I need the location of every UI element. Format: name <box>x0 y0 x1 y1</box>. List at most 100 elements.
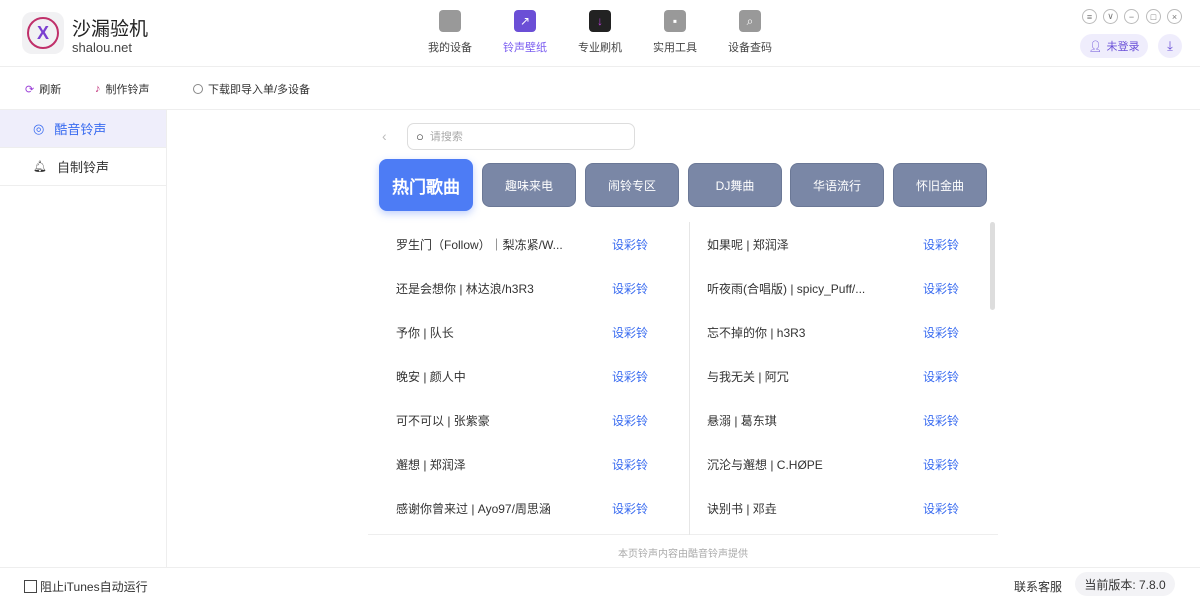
refresh-label: 刷新 <box>39 84 62 96</box>
refresh-button[interactable]: ⟳ 刷新 <box>25 81 61 97</box>
set-ringtone-button[interactable]: 设彩铃 <box>923 324 959 341</box>
song-title: 还是会想你 | 林达浪/h3R3 <box>396 281 534 296</box>
scrollbar[interactable] <box>990 222 995 310</box>
set-ringtone-button[interactable]: 设彩铃 <box>612 456 648 473</box>
nav-ringtones[interactable]: ↗ 铃声壁纸 <box>495 10 555 55</box>
make-ringtone-button[interactable]: ♪ 制作铃声 <box>95 81 150 97</box>
category-hot[interactable]: 热门歌曲 <box>379 159 473 211</box>
song-title: 如果呢 | 郑润泽 <box>707 237 789 252</box>
song-title: 忘不掉的你 | h3R3 <box>707 325 806 340</box>
back-icon[interactable]: ‹ <box>382 128 387 144</box>
app-title: 沙漏验机 <box>72 19 149 40</box>
song-row: 还是会想你 | 林达浪/h3R3 设彩铃 <box>368 266 678 310</box>
user-icon: 👤︎ <box>1088 40 1103 53</box>
sidebar-item-custom[interactable]: 🔔︎ 自制铃声 <box>0 148 166 186</box>
category-chinese-pop[interactable]: 华语流行 <box>790 163 884 207</box>
login-label: 未登录 <box>1106 41 1140 53</box>
nav-tools[interactable]: ▪ 实用工具 <box>645 10 705 55</box>
footer: 阻止iTunes自动运行 联系客服 当前版本: 7.8.0 <box>0 567 1200 600</box>
sidebar-label: 自制铃声 <box>56 160 109 175</box>
category-alarm[interactable]: 闹铃专区 <box>585 163 679 207</box>
song-list: 罗生门（Follow）｜梨冻紧/W... 设彩铃 还是会想你 | 林达浪/h3R3 设… <box>368 222 998 535</box>
set-ringtone-button[interactable]: 设彩铃 <box>923 280 959 297</box>
song-row: 如果呢 | 郑润泽 设彩铃 <box>679 222 989 266</box>
radio-icon <box>193 84 203 94</box>
flash-icon: ↓ <box>589 10 611 32</box>
toolbox-icon: ▪ <box>664 10 686 32</box>
nav-label: 实用工具 <box>653 42 697 54</box>
song-title: 予你 | 队长 <box>396 325 454 340</box>
apple-icon <box>439 10 461 32</box>
set-ringtone-button[interactable]: 设彩铃 <box>923 368 959 385</box>
song-row: 邂想 | 郑润泽 设彩铃 <box>368 442 678 486</box>
menu-button[interactable]: ∨ <box>1103 9 1118 24</box>
download-icon: ⤓ <box>1167 38 1173 53</box>
header: X 沙漏验机 shalou.net 我的设备 ↗ 铃声壁纸 ↓ 专业刷机 ▪ 实用工具… <box>0 0 1200 67</box>
maximize-button[interactable]: □ <box>1146 9 1161 24</box>
song-title: 罗生门（Follow）｜梨冻紧/W... <box>396 237 563 252</box>
close-button[interactable]: × <box>1167 9 1182 24</box>
search-icon: ○ <box>416 129 424 144</box>
category-dj[interactable]: DJ舞曲 <box>688 163 782 207</box>
set-ringtone-button[interactable]: 设彩铃 <box>612 412 648 429</box>
song-title: 诀别书 | 邓垚 <box>707 501 777 516</box>
song-title: 沉沦与邂想 | C.HØPE <box>707 457 823 472</box>
song-title: 晚安 | 颜人中 <box>396 369 466 384</box>
song-title: 悬溺 | 葛东琪 <box>707 413 777 428</box>
nav-label: 我的设备 <box>428 42 472 54</box>
toolbar: ⟳ 刷新 ♪ 制作铃声 下载即导入单/多设备 <box>0 67 1200 110</box>
search-doc-icon: ⌕ <box>739 10 761 32</box>
nav-check-code[interactable]: ⌕ 设备查码 <box>720 10 780 55</box>
bell-icon: 🔔︎ <box>33 161 47 173</box>
set-ringtone-button[interactable]: 设彩铃 <box>612 500 648 517</box>
category-fun[interactable]: 趣味来电 <box>482 163 576 207</box>
set-ringtone-button[interactable]: 设彩铃 <box>923 236 959 253</box>
refresh-icon: ⟳ <box>25 83 35 96</box>
contact-support-link[interactable]: 联系客服 <box>1014 578 1062 595</box>
make-label: 制作铃声 <box>105 84 150 96</box>
set-ringtone-button[interactable]: 设彩铃 <box>612 236 648 253</box>
nav-flash[interactable]: ↓ 专业刷机 <box>570 10 630 55</box>
search-input[interactable] <box>429 130 610 143</box>
login-button[interactable]: 👤︎ 未登录 <box>1080 34 1148 58</box>
song-column-left: 罗生门（Follow）｜梨冻紧/W... 设彩铃 还是会想你 | 林达浪/h3R3 设… <box>368 222 678 530</box>
set-ringtone-button[interactable]: 设彩铃 <box>612 324 648 341</box>
nav-label: 铃声壁纸 <box>503 42 547 54</box>
song-row: 晚安 | 颜人中 设彩铃 <box>368 354 678 398</box>
music-note-icon: ♪ <box>95 83 101 95</box>
nav-label: 专业刷机 <box>578 42 622 54</box>
set-ringtone-button[interactable]: 设彩铃 <box>923 412 959 429</box>
version-badge: 当前版本: 7.8.0 <box>1075 572 1175 596</box>
category-classic[interactable]: 怀旧金曲 <box>893 163 987 207</box>
itunes-checkbox[interactable]: 阻止iTunes自动运行 <box>24 578 148 595</box>
song-title: 与我无关 | 阿冗 <box>707 369 789 384</box>
column-divider <box>689 222 690 535</box>
sidebar: ◎ 酷音铃声 🔔︎ 自制铃声 <box>0 110 167 567</box>
import-radio[interactable]: 下载即导入单/多设备 <box>193 81 310 97</box>
import-label: 下载即导入单/多设备 <box>208 84 311 96</box>
set-ringtone-button[interactable]: 设彩铃 <box>923 456 959 473</box>
song-row: 诀别书 | 邓垚 设彩铃 <box>679 486 989 530</box>
app-logo: X <box>22 12 64 54</box>
song-title: 可不可以 | 张紫豪 <box>396 413 490 428</box>
song-row: 悬溺 | 葛东琪 设彩铃 <box>679 398 989 442</box>
song-row: 与我无关 | 阿冗 设彩铃 <box>679 354 989 398</box>
wallpaper-icon: ↗ <box>514 10 536 32</box>
nav-label: 设备查码 <box>728 42 772 54</box>
search-box[interactable]: ○ <box>407 123 635 150</box>
set-ringtone-button[interactable]: 设彩铃 <box>612 368 648 385</box>
set-ringtone-button[interactable]: 设彩铃 <box>923 500 959 517</box>
song-row: 可不可以 | 张紫豪 设彩铃 <box>368 398 678 442</box>
song-row: 忘不掉的你 | h3R3 设彩铃 <box>679 310 989 354</box>
feedback-button[interactable]: ≡ <box>1082 9 1097 24</box>
credit-text: 本页铃声内容由酷音铃声提供 <box>618 549 748 560</box>
song-row: 予你 | 队长 设彩铃 <box>368 310 678 354</box>
sidebar-item-kuyin[interactable]: ◎ 酷音铃声 <box>0 110 166 148</box>
nav-my-device[interactable]: 我的设备 <box>420 10 480 55</box>
checkbox-icon <box>24 580 37 593</box>
song-title: 听夜雨(合唱版) | spicy_Puff/... <box>707 281 866 296</box>
download-button[interactable]: ⤓ <box>1158 34 1182 58</box>
minimize-button[interactable]: − <box>1124 9 1139 24</box>
app-subtitle: shalou.net <box>72 40 132 55</box>
set-ringtone-button[interactable]: 设彩铃 <box>612 280 648 297</box>
